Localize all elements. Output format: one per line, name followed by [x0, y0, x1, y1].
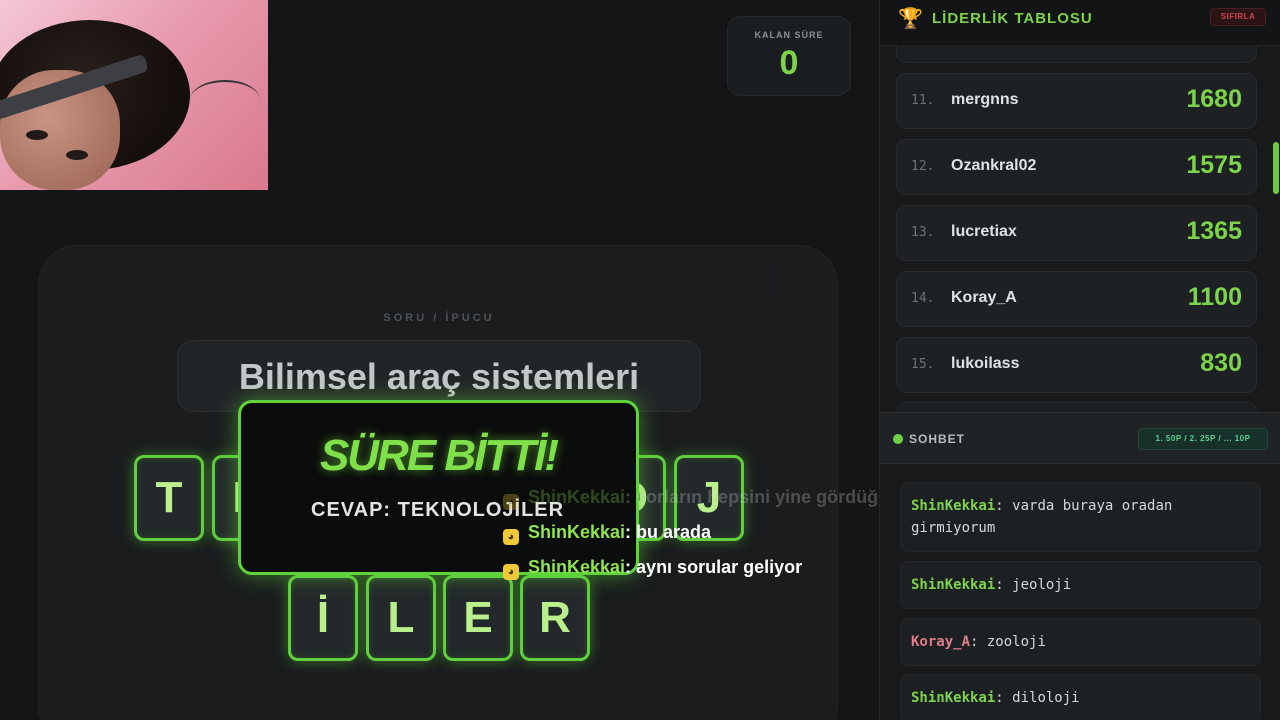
player-name: Ozankral02 — [951, 157, 1037, 174]
chat-user: ShinKekkai — [911, 690, 996, 706]
chat-message: ShinKekkai: jeoloji — [900, 561, 1261, 609]
question-label: SORU / İPUCU — [383, 312, 495, 324]
chat-text: : jeoloji — [995, 577, 1072, 593]
letter-tile: L — [366, 575, 436, 661]
chat-header: SOHBET 1. 50P / 2. 25P / ... 10P — [880, 412, 1280, 464]
chat-message: ShinKekkai: dilolоji — [900, 674, 1261, 720]
leaderboard-title: LİDERLİK TABLOSU — [932, 10, 1093, 27]
leaderboard-row: 12. Ozankral02 1575 — [896, 139, 1257, 195]
points-badge: 1. 50P / 2. 25P / ... 10P — [1138, 428, 1268, 450]
overlay-chat-user: ShinKekkai — [528, 522, 626, 542]
player-name: lukoilass — [951, 355, 1020, 372]
player-score: 830 — [1200, 349, 1242, 377]
chat-user: ShinKekkai — [911, 577, 996, 593]
timer-value: 0 — [779, 44, 799, 82]
chat-message: Koray_A: zooloji — [900, 618, 1261, 666]
player-name: mergnns — [951, 91, 1019, 108]
pikachu-icon: ◕ — [503, 564, 519, 580]
player-score: 1365 — [1186, 217, 1242, 245]
live-dot-icon — [893, 434, 903, 444]
rank: 11. — [911, 93, 935, 108]
trophy-icon: 🏆 — [898, 8, 923, 30]
player-name: Koray_A — [951, 289, 1017, 306]
player-score: 1680 — [1186, 85, 1242, 113]
rank: 12. — [911, 159, 935, 174]
chat-text: : zooloji — [970, 634, 1046, 650]
rank: 15. — [911, 357, 935, 372]
overlay-chat-user: ShinKekkai — [528, 557, 626, 577]
pikachu-icon: ◕ — [503, 529, 519, 545]
player-score: 1575 — [1186, 151, 1242, 179]
timer-label: KALAN SÜRE — [754, 30, 824, 40]
chat-title: SOHBET — [909, 432, 966, 446]
overlay-chat-message: : bu arada — [625, 522, 712, 542]
leaderboard-row: 13. lucretiax 1365 — [896, 205, 1257, 261]
chat-text: : dilolоji — [995, 690, 1080, 706]
webcam-feed — [0, 0, 268, 190]
overlay-chat-line: ◕ ShinKekkai: aynı sorular geliyor — [503, 557, 802, 580]
letter-tile: E — [443, 575, 513, 661]
leaderboard-row: 14. Koray_A 1100 — [896, 271, 1257, 327]
overlay-chat-line: ◕ ShinKekkai: bu arada — [503, 522, 711, 545]
overlay-chat-user: ShinKekkai — [528, 487, 626, 507]
popup-title: SÜRE BİTTİ! — [319, 431, 559, 480]
letter-tile: T — [134, 455, 204, 541]
reset-button[interactable]: SIFIRLA — [1210, 8, 1266, 26]
rank: 13. — [911, 225, 935, 240]
letter-tile: R — [520, 575, 590, 661]
player-name: lucretiax — [951, 223, 1017, 240]
chat-user: ShinKekkai — [911, 498, 996, 514]
leaderboard-row: 11. mergnns 1680 — [896, 73, 1257, 129]
sidebar: 🏆 LİDERLİK TABLOSU SIFIRLA 11. mergnns 1… — [879, 0, 1280, 720]
timer-panel: KALAN SÜRE 0 — [727, 16, 851, 96]
letter-tile: İ — [288, 575, 358, 661]
chat-message: ShinKekkai: varda buraya oradan girmiyor… — [900, 482, 1261, 552]
rank: 14. — [911, 291, 935, 306]
player-score: 1100 — [1187, 283, 1242, 311]
overlay-chat-message: : aynı sorular geliyor — [625, 557, 803, 577]
leaderboard-scrollbar[interactable] — [1273, 142, 1279, 194]
leaderboard-row: 15. lukoilass 830 — [896, 337, 1257, 393]
pikachu-icon: ◕ — [503, 494, 519, 510]
leaderboard-header: 🏆 LİDERLİK TABLOSU SIFIRLA — [880, 0, 1280, 46]
chat-user: Koray_A — [911, 634, 971, 650]
